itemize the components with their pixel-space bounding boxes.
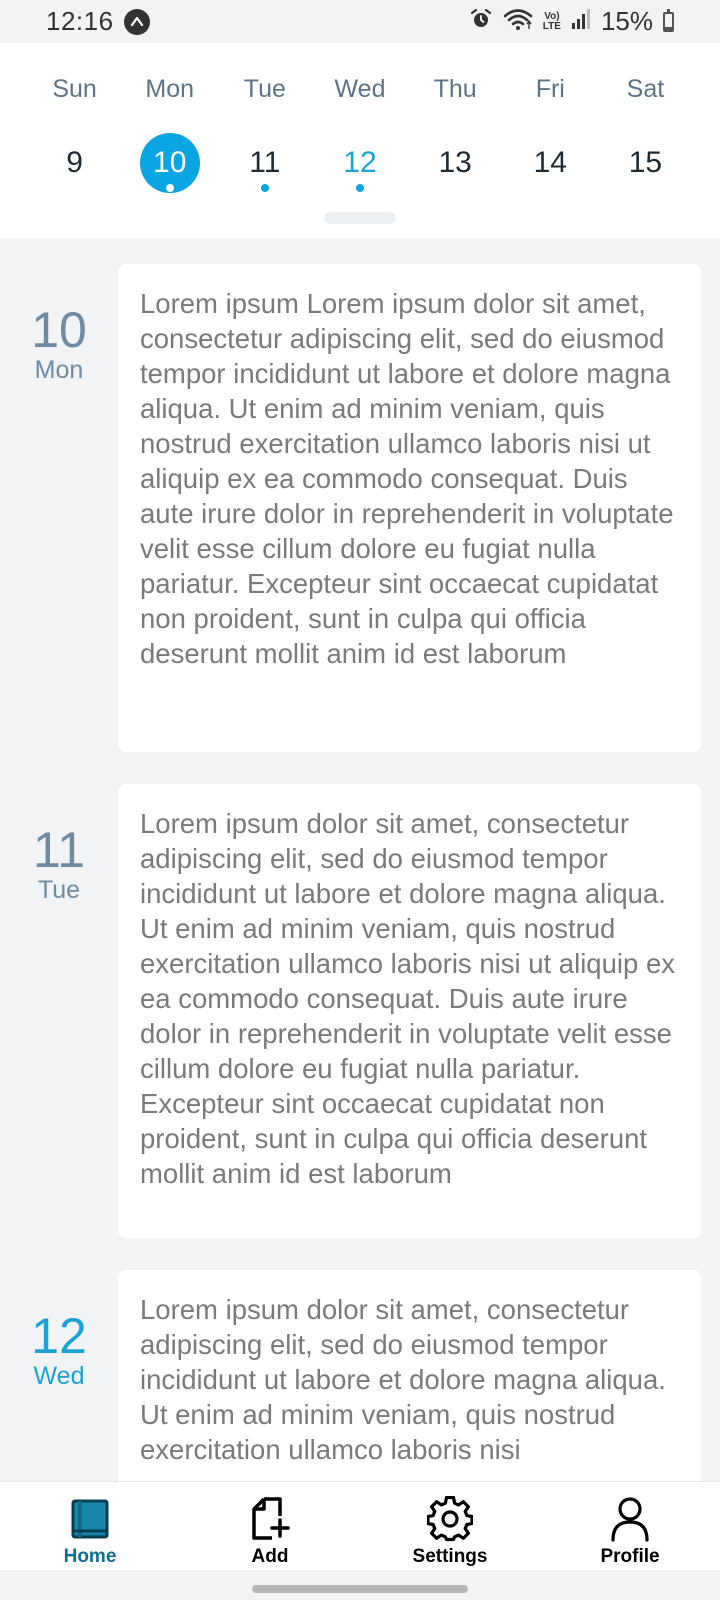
volte-top-label: Vo) xyxy=(544,10,560,22)
entry-date: 12 Wed xyxy=(0,1310,118,1390)
bottom-navigation: Home Add Settings Profile xyxy=(0,1481,720,1570)
date-cell-11[interactable]: 11 xyxy=(217,125,312,201)
date-cell-14[interactable]: 14 xyxy=(503,125,598,201)
week-strip: Sun Mon Tue Wed Thu Fri Sat 9 10 11 12 1… xyxy=(0,43,720,238)
battery-percent: 15% xyxy=(600,6,653,36)
day-name: Sat xyxy=(626,74,665,103)
entry-card[interactable]: Lorem ipsum dolor sit amet, consectetur … xyxy=(118,784,701,1238)
day-numbers-row: 9 10 11 12 13 14 15 xyxy=(27,125,693,201)
volte-bottom-label: LTE xyxy=(542,20,561,32)
event-dot xyxy=(355,184,364,192)
home-indicator[interactable] xyxy=(252,1585,468,1593)
date-number: 13 xyxy=(438,146,472,179)
event-dot xyxy=(165,184,174,192)
entry-text: Lorem ipsum dolor sit amet, consectetur … xyxy=(140,808,675,1189)
date-number: 9 xyxy=(66,146,83,179)
day-name: Thu xyxy=(433,74,477,103)
entry-day-name: Tue xyxy=(37,876,81,904)
status-time: 12:16 xyxy=(46,6,114,36)
day-name-cell: Wed xyxy=(312,73,407,105)
status-left: 12:16 xyxy=(46,6,150,37)
date-cell-9[interactable]: 9 xyxy=(27,125,122,201)
day-name-cell: Tue xyxy=(217,73,312,105)
book-icon xyxy=(67,1496,113,1542)
day-name-cell: Sat xyxy=(598,73,693,105)
date-number: 14 xyxy=(533,146,567,179)
nav-add-button[interactable]: Add xyxy=(180,1482,360,1570)
entry-day-name: Wed xyxy=(33,1362,85,1390)
calendar-expand-handle[interactable] xyxy=(324,212,396,224)
person-icon xyxy=(607,1496,653,1542)
status-right: Vo) LTE 15% xyxy=(469,6,674,37)
entry-day-number: 11 xyxy=(33,822,85,878)
day-name: Tue xyxy=(243,74,286,103)
nav-profile-button[interactable]: Profile xyxy=(540,1482,720,1570)
signal-icon xyxy=(571,8,591,35)
day-name-cell: Mon xyxy=(122,73,217,105)
entry-card[interactable]: Lorem ipsum Lorem ipsum dolor sit amet, … xyxy=(118,264,701,752)
day-name-cell: Fri xyxy=(503,73,598,105)
nav-profile-label: Profile xyxy=(600,1546,660,1567)
day-name-cell: Thu xyxy=(408,73,503,105)
day-name-cell: Sun xyxy=(27,73,122,105)
day-name: Wed xyxy=(334,74,386,103)
date-cell-13[interactable]: 13 xyxy=(408,125,503,201)
entry-day-name: Mon xyxy=(34,356,84,384)
date-cell-10-selected[interactable]: 10 xyxy=(122,125,217,201)
day-name: Sun xyxy=(52,74,97,103)
entry-day-number: 10 xyxy=(31,302,87,358)
date-number: 12 xyxy=(343,146,377,179)
entry-card[interactable]: Lorem ipsum dolor sit amet, consectetur … xyxy=(118,1270,701,1481)
status-bar: 12:16 Vo) LTE 15% xyxy=(0,0,720,43)
date-number: 11 xyxy=(249,146,281,179)
alarm-icon xyxy=(469,7,493,36)
event-dot xyxy=(260,184,269,192)
day-name: Fri xyxy=(535,74,565,103)
nav-add-label: Add xyxy=(251,1546,289,1567)
date-number: 10 xyxy=(153,146,187,179)
wifi-icon xyxy=(503,7,533,36)
entry-text: Lorem ipsum dolor sit amet, consectetur … xyxy=(140,1294,666,1465)
add-page-icon xyxy=(247,1496,293,1542)
day-names-row: Sun Mon Tue Wed Thu Fri Sat xyxy=(27,73,693,105)
nav-home-button[interactable]: Home xyxy=(0,1482,180,1570)
nav-home-label: Home xyxy=(63,1546,117,1567)
journal-entries-list[interactable]: 10 Mon Lorem ipsum Lorem ipsum dolor sit… xyxy=(0,238,720,1481)
battery-icon xyxy=(663,8,674,32)
app-notification-icon xyxy=(123,8,150,35)
date-cell-15[interactable]: 15 xyxy=(598,125,693,201)
date-number: 15 xyxy=(628,146,663,179)
nav-settings-button[interactable]: Settings xyxy=(360,1482,540,1570)
nav-settings-label: Settings xyxy=(412,1546,488,1567)
entry-day-number: 12 xyxy=(31,1308,87,1364)
entry-date: 11 Tue xyxy=(0,824,118,904)
day-name: Mon xyxy=(145,74,195,103)
gear-icon xyxy=(427,1496,473,1542)
date-cell-12-today[interactable]: 12 xyxy=(312,125,407,201)
entry-date: 10 Mon xyxy=(0,304,118,384)
entry-text: Lorem ipsum Lorem ipsum dolor sit amet, … xyxy=(140,288,674,669)
volte-indicator: Vo) LTE xyxy=(542,10,561,32)
